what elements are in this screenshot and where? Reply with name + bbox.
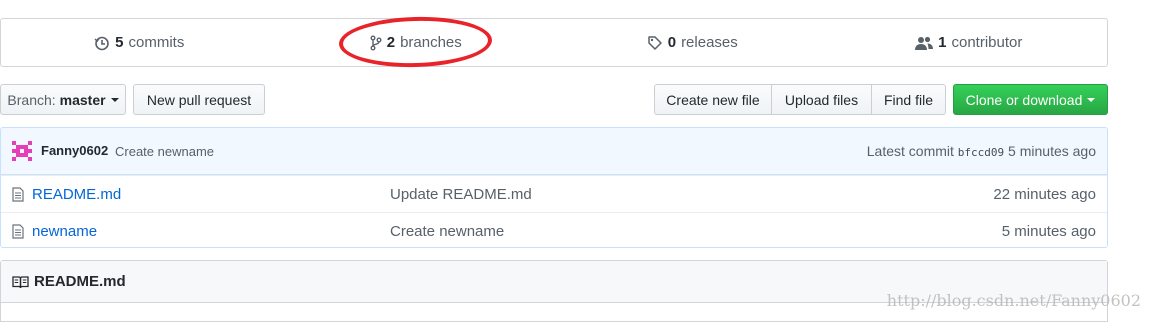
clone-or-download-label: Clone or download (965, 91, 1083, 108)
contributors-link[interactable]: 1 contributor (831, 19, 1108, 66)
commit-author-link[interactable]: Fanny0602 (41, 143, 108, 158)
file-navigation-table: Fanny0602 Create newname Latest commit b… (0, 127, 1108, 248)
commits-label: commits (128, 34, 185, 51)
table-row: newname Create newname 5 minutes ago (1, 212, 1107, 247)
file-icon (12, 224, 24, 239)
find-file-label: Find file (883, 91, 934, 108)
file-commit-message-link[interactable]: Create newname (390, 223, 504, 240)
commit-message-link[interactable]: Create newname (115, 144, 214, 159)
avatar[interactable] (12, 141, 32, 161)
file-name-link[interactable]: README.md (32, 186, 121, 203)
branch-prefix: Branch: (7, 91, 56, 108)
repo-summary-bar: 5 commits 2 branches 0 releases 1 contri… (0, 18, 1108, 67)
file-commit-message-link[interactable]: Update README.md (390, 186, 532, 203)
new-pull-request-label: New pull request (146, 91, 252, 108)
latest-commit-bar: Fanny0602 Create newname Latest commit b… (1, 128, 1107, 175)
file-name-link[interactable]: newname (32, 223, 97, 240)
watermark-url: http://blog.csdn.net/Fanny0602 (886, 291, 1141, 310)
book-icon (12, 275, 29, 288)
create-new-file-label: Create new file (666, 91, 760, 108)
contributors-count: 1 (938, 34, 947, 51)
upload-files-label: Upload files (784, 91, 859, 108)
file-actions-group: Create new file Upload files Find file (654, 84, 946, 115)
tag-icon (647, 35, 662, 50)
table-row: README.md Update README.md 22 minutes ag… (1, 175, 1107, 212)
readme-title: README.md (34, 273, 126, 290)
contributors-label: contributor (951, 34, 1023, 51)
releases-link[interactable]: 0 releases (554, 19, 831, 66)
history-icon (94, 36, 109, 50)
file-icon (12, 187, 24, 202)
file-age: 5 minutes ago (1001, 223, 1096, 240)
latest-commit-prefix: Latest commit (866, 143, 954, 159)
branch-select-button[interactable]: Branch: master (0, 84, 126, 115)
commit-sha-link[interactable]: bfccd09 (958, 146, 1004, 159)
releases-count: 0 (667, 34, 677, 51)
latest-commit-age: 5 minutes ago (1008, 143, 1096, 159)
branch-name: master (59, 91, 106, 108)
releases-label: releases (681, 34, 738, 51)
file-age: 22 minutes ago (993, 186, 1096, 203)
chevron-down-icon (110, 97, 119, 102)
commits-count: 5 (115, 34, 124, 51)
find-file-button[interactable]: Find file (871, 84, 946, 115)
latest-commit-meta: Latest commit bfccd09 5 minutes ago (867, 143, 1096, 159)
upload-files-button[interactable]: Upload files (771, 84, 872, 115)
people-icon (915, 36, 934, 50)
commits-link[interactable]: 5 commits (1, 19, 278, 66)
new-pull-request-button[interactable]: New pull request (133, 84, 265, 115)
chevron-down-icon (1087, 97, 1096, 102)
clone-or-download-button[interactable]: Clone or download (953, 84, 1108, 115)
create-new-file-button[interactable]: Create new file (654, 84, 772, 115)
